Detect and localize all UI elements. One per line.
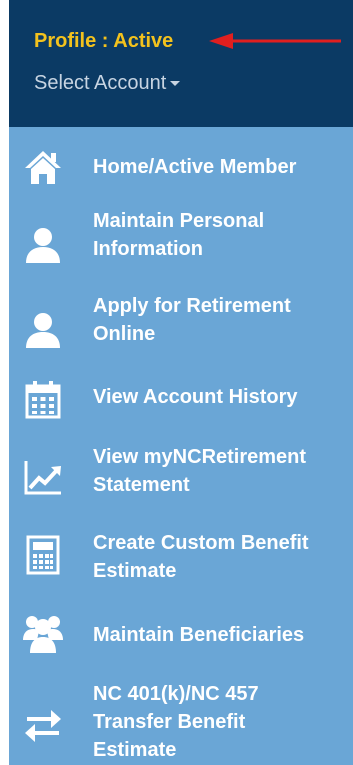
menu-item-maintain-beneficiaries[interactable]: Maintain Beneficiaries — [9, 613, 353, 657]
menu-item-transfer-benefit-estimate[interactable]: NC 401(k)/NC 457 Transfer Benefit Estima… — [9, 680, 353, 765]
menu-item-label: Maintain Beneficiaries — [93, 624, 305, 646]
menu-item-apply-for-retirement-online[interactable]: Apply for Retirement Online — [9, 292, 353, 352]
menu-item-view-account-history[interactable]: View Account History — [9, 375, 353, 419]
profile-status: Profile : Active — [34, 30, 174, 52]
menu-item-label: Maintain Personal Information — [93, 210, 265, 260]
user-icon — [23, 310, 63, 350]
menu-item-label: NC 401(k)/NC 457 Transfer Benefit Estima… — [93, 683, 259, 761]
menu-item-label: Create Custom Benefit Estimate — [93, 532, 309, 582]
chart-line-icon — [23, 457, 63, 497]
profile-header: Profile : Active Select Account — [9, 0, 353, 127]
menu-item-create-custom-benefit-estimate[interactable]: Create Custom Benefit Estimate — [9, 529, 353, 589]
annotation-arrow-icon — [209, 33, 341, 49]
menu-item-home[interactable]: Home/Active Member — [9, 145, 353, 189]
select-account-label: Select Account — [34, 72, 167, 94]
calendar-icon — [23, 379, 63, 419]
user-icon — [23, 225, 63, 265]
menu-item-view-mynretirement-statement[interactable]: View myNCRetirement Statement — [9, 443, 353, 503]
menu-item-label: View Account History — [93, 386, 298, 408]
transfer-icon — [23, 706, 63, 746]
menu-item-maintain-personal-information[interactable]: Maintain Personal Information — [9, 207, 353, 267]
users-icon — [23, 613, 63, 653]
select-account-dropdown[interactable]: Select Account — [34, 72, 181, 95]
menu-item-label: Apply for Retirement Online — [93, 295, 291, 345]
home-icon — [23, 147, 63, 187]
caret-down-icon — [170, 81, 181, 87]
side-navigation-panel: Profile : Active Select Account Home/Act… — [9, 0, 353, 765]
menu-item-label: Home/Active Member — [93, 156, 297, 178]
calculator-icon — [23, 535, 63, 575]
menu-item-label: View myNCRetirement Statement — [93, 446, 307, 496]
